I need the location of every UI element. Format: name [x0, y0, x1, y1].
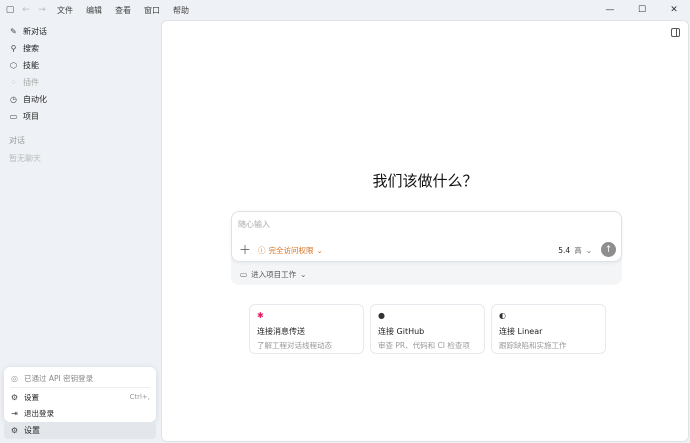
menu-item-logout[interactable]: ⇥ 退出登录	[4, 405, 156, 421]
card-desc: 审查 PR、代码和 CI 检查项	[378, 341, 470, 350]
connector-card-slack[interactable]: ✱ 连接消息传送 了解工程对话线程动态	[249, 304, 364, 354]
title-bar: ▢ ← → 文件 编辑 查看 窗口 帮助 — ☐ ✕	[0, 0, 690, 20]
card-title: 连接 Linear	[499, 327, 543, 336]
login-status-label: 已通过 API 密钥登录	[24, 373, 94, 383]
folder-icon: ▭	[9, 112, 18, 121]
edit-icon: ✎	[10, 27, 17, 36]
clock-icon: ◷	[10, 95, 17, 104]
prompt-input[interactable]	[238, 217, 608, 231]
menu-divider	[10, 387, 150, 388]
github-icon: ●	[378, 311, 385, 320]
no-chats-label: 暂无聊天	[9, 153, 41, 163]
card-title: 连接 GitHub	[378, 327, 425, 336]
sidebar-item-search[interactable]: ⚲ 搜索	[0, 40, 160, 57]
warning-circle-icon: ⓘ	[258, 246, 266, 255]
sidebar-item-label: 新对话	[23, 27, 47, 36]
access-permission-button[interactable]: ⓘ 完全访问权限 ⌄	[258, 245, 323, 256]
project-work-label: 进入项目工作	[251, 270, 297, 279]
sidebar-item-label: 技能	[23, 61, 39, 70]
menu-item-logout-label: 退出登录	[24, 408, 54, 418]
linear-icon: ◐	[499, 311, 506, 320]
project-work-button[interactable]: ▭ 进入项目工作 ⌄	[240, 269, 306, 280]
add-attachment-button[interactable]: ＋	[239, 244, 251, 256]
menu-item-settings[interactable]: ⚙ 设置 Ctrl+,	[4, 389, 156, 405]
page-title: 我们该做什么？	[372, 172, 478, 190]
minimize-icon[interactable]: —	[594, 5, 626, 15]
sidebar-item-projects[interactable]: ▭ 项目	[0, 108, 160, 125]
menu-file[interactable]: 文件	[57, 5, 73, 16]
logout-icon: ⇥	[11, 408, 18, 418]
conversations-section-label: 对话	[9, 135, 25, 145]
card-title: 连接消息传送	[257, 327, 305, 336]
menu-view[interactable]: 查看	[115, 5, 131, 16]
cube-icon: ⬡	[10, 61, 17, 70]
maximize-icon[interactable]: ☐	[626, 5, 658, 15]
card-desc: 跟踪缺陷和实施工作	[499, 341, 567, 350]
settings-button-label: 设置	[24, 426, 40, 435]
menu-window[interactable]: 窗口	[144, 5, 160, 16]
gear-icon: ⚙	[10, 392, 19, 402]
window-controls: — ☐ ✕	[594, 0, 690, 20]
model-effort: 高	[574, 246, 582, 255]
sidebar-item-skills[interactable]: ⬡ 技能	[0, 57, 160, 74]
slack-icon: ✱	[257, 311, 264, 320]
user-circle-icon: ◎	[11, 373, 18, 383]
main-panel: 我们该做什么？ ＋ ⓘ 完全访问权限 ⌄ 5.4 高 ⌄ ↑ ▭ 进入项目工作 …	[161, 20, 689, 442]
sidebar-item-label: 自动化	[23, 95, 47, 104]
sidebar-item-plugins[interactable]: ⁘ 插件	[0, 74, 160, 91]
sidebar-item-label: 项目	[23, 112, 39, 121]
sidebar-item-label: 插件	[23, 78, 39, 87]
sidebar-item-automation[interactable]: ◷ 自动化	[0, 91, 160, 108]
chevron-down-icon: ⌄	[585, 246, 592, 255]
menu-bar: 文件 编辑 查看 窗口 帮助	[57, 5, 189, 16]
settings-button[interactable]: ⚙ 设置	[4, 422, 156, 439]
panel-toggle-icon[interactable]	[671, 28, 680, 37]
arrow-up-icon: ↑	[604, 244, 613, 255]
card-desc: 了解工程对话线程动态	[257, 341, 332, 350]
folder-icon: ▭	[240, 270, 248, 279]
sidebar-toggle-icon[interactable]: ▢	[5, 5, 15, 15]
chevron-down-icon: ⌄	[316, 246, 323, 255]
connector-cards: ✱ 连接消息传送 了解工程对话线程动态 ● 连接 GitHub 审查 PR、代码…	[249, 304, 606, 354]
plugin-icon: ⁘	[10, 78, 17, 87]
back-arrow-icon[interactable]: ←	[21, 5, 31, 15]
model-version: 5.4	[558, 246, 571, 255]
connector-card-linear[interactable]: ◐ 连接 Linear 跟踪缺陷和实施工作	[491, 304, 606, 354]
send-button[interactable]: ↑	[601, 242, 616, 257]
gear-icon: ⚙	[10, 426, 19, 435]
connector-card-github[interactable]: ● 连接 GitHub 审查 PR、代码和 CI 检查项	[370, 304, 485, 354]
account-menu: ◎ 已通过 API 密钥登录 ⚙ 设置 Ctrl+, ⇥ 退出登录	[4, 367, 156, 422]
menu-edit[interactable]: 编辑	[86, 5, 102, 16]
close-icon[interactable]: ✕	[658, 5, 690, 15]
composer: ＋ ⓘ 完全访问权限 ⌄ 5.4 高 ⌄ ↑	[231, 211, 622, 262]
search-icon: ⚲	[10, 44, 17, 53]
forward-arrow-icon[interactable]: →	[37, 5, 47, 15]
login-status: ◎ 已通过 API 密钥登录	[4, 370, 156, 386]
menu-help[interactable]: 帮助	[173, 5, 189, 16]
model-selector[interactable]: 5.4 高 ⌄	[558, 245, 592, 256]
chevron-down-icon: ⌄	[300, 270, 307, 279]
access-permission-label: 完全访问权限	[268, 246, 314, 255]
settings-shortcut: Ctrl+,	[129, 393, 150, 401]
menu-item-settings-label: 设置	[24, 392, 39, 402]
sidebar-item-new-chat[interactable]: ✎ 新对话	[0, 23, 160, 40]
sidebar-item-label: 搜索	[23, 44, 39, 53]
